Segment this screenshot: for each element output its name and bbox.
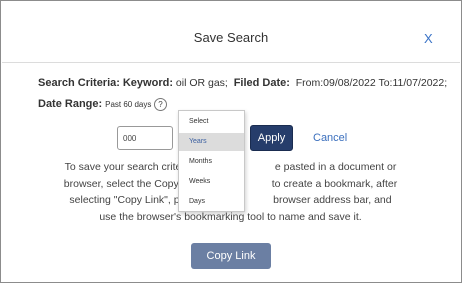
date-range-label: Date Range: <box>38 98 103 110</box>
date-range-value: Past 60 days <box>105 100 152 109</box>
date-range: Date Range: Past 60 days <box>38 98 151 110</box>
header-divider <box>2 62 460 63</box>
close-icon[interactable]: X <box>424 31 433 46</box>
copy-link-button[interactable]: Copy Link <box>191 243 271 269</box>
search-criteria-label: Search Criteria: <box>38 77 120 89</box>
unit-dropdown-menu: Select Years Months Weeks Days <box>178 110 245 212</box>
unit-option-select[interactable]: Select <box>179 113 244 131</box>
cancel-button[interactable]: Cancel <box>313 132 347 144</box>
filed-date-value: From:09/08/2022 To:11/07/2022; <box>295 77 448 89</box>
keyword-value: oil OR gas; <box>175 77 228 89</box>
dialog-title: Save Search <box>193 30 269 45</box>
unit-option-days[interactable]: Days <box>179 193 244 211</box>
unit-option-weeks[interactable]: Weeks <box>179 173 244 191</box>
unit-option-months[interactable]: Months <box>179 153 244 171</box>
range-number-input[interactable] <box>117 126 173 150</box>
apply-button[interactable]: Apply <box>250 125 293 151</box>
keyword-label: Keyword: <box>122 77 173 89</box>
help-icon[interactable]: ? <box>154 98 167 111</box>
save-search-dialog: Save Search X Search Criteria: Keyword: … <box>0 0 462 283</box>
unit-option-years[interactable]: Years <box>179 133 244 151</box>
filed-date-label: Filed Date: <box>233 77 290 89</box>
search-criteria: Search Criteria: Keyword: oil OR gas; Fi… <box>38 77 447 89</box>
